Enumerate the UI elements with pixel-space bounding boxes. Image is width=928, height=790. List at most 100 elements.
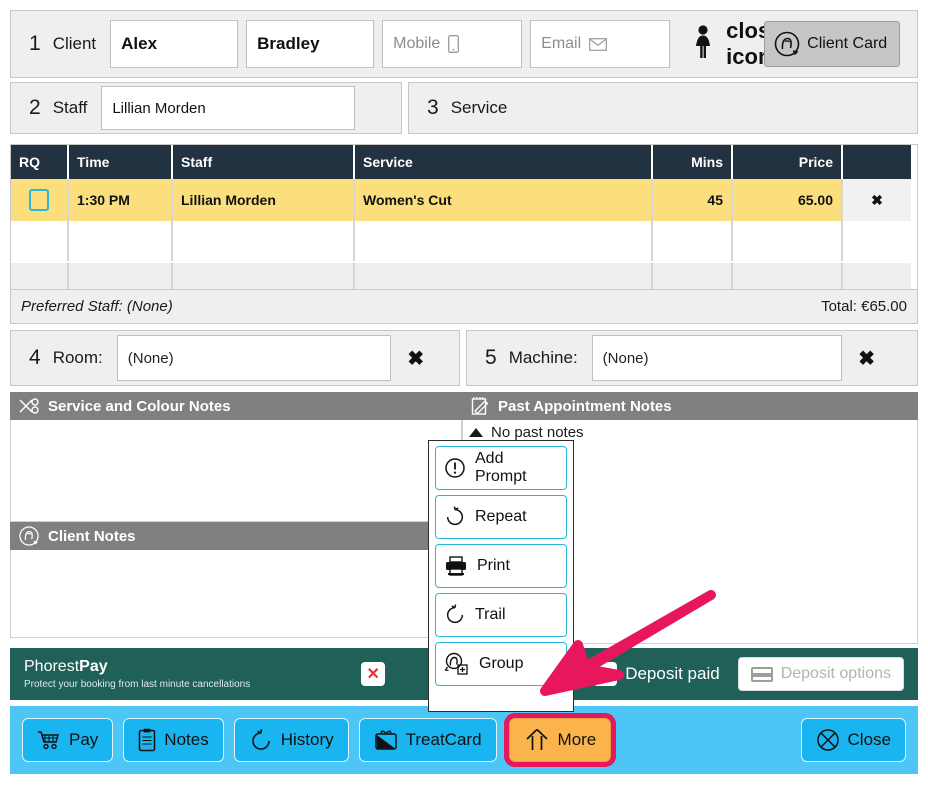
envelope-icon xyxy=(589,37,608,51)
room-section: 4 Room: (None) ✖ xyxy=(10,330,460,386)
circle-x-icon xyxy=(816,728,840,752)
collapse-triangle-up-icon[interactable] xyxy=(469,428,483,437)
clear-client-icon[interactable]: close-icon xyxy=(726,18,790,70)
service-colour-notes-body[interactable] xyxy=(10,420,462,522)
room-input[interactable]: (None) xyxy=(116,335,391,381)
notes-button[interactable]: Notes xyxy=(123,718,224,762)
add-person-icon xyxy=(444,652,470,676)
menu-item-add-prompt[interactable]: Add Prompt xyxy=(435,446,567,490)
notepad-pencil-icon xyxy=(470,396,490,416)
deposit-options-label: Deposit options xyxy=(780,665,891,682)
staff-step-number: 2 xyxy=(29,96,41,119)
credit-card-icon xyxy=(750,666,773,682)
table-header-row: RQ Time Staff Service Mins Price xyxy=(11,145,917,179)
more-menu-popup: Add Prompt Repeat Print Trail Group xyxy=(428,440,574,712)
client-mobile-input[interactable]: Mobile xyxy=(382,20,523,68)
rq-checkbox[interactable] xyxy=(29,189,49,211)
table-row-empty[interactable] xyxy=(11,221,917,263)
column-header-price: Price xyxy=(733,145,843,179)
preferred-staff: Preferred Staff: (None) xyxy=(21,298,173,315)
menu-item-add-prompt-label: Add Prompt xyxy=(475,450,527,485)
staff-input[interactable]: Lillian Morden xyxy=(101,86,356,130)
menu-item-print-label: Print xyxy=(477,557,510,574)
history-button[interactable]: History xyxy=(233,718,349,762)
client-card-label: Client Card xyxy=(807,35,888,52)
menu-item-trail[interactable]: Trail xyxy=(435,593,567,637)
treatcard-button-label: TreatCard xyxy=(405,730,482,749)
client-head-icon xyxy=(18,525,40,547)
room-machine-row: 4 Room: (None) ✖ 5 Machine: (None) ✖ xyxy=(10,330,918,386)
close-button[interactable]: Close xyxy=(800,718,906,762)
cart-icon xyxy=(37,730,61,750)
deposit-options-button[interactable]: Deposit options xyxy=(737,657,904,691)
phorestpay-tagline: Protect your booking from last minute ca… xyxy=(24,679,251,691)
column-header-staff: Staff xyxy=(173,145,355,179)
client-last-name-input[interactable]: Bradley xyxy=(246,20,375,68)
clipboard-icon xyxy=(138,728,156,752)
table-total: Total: €65.00 xyxy=(821,298,907,315)
client-card-button[interactable]: Client Card xyxy=(764,21,901,67)
phorestpay-status-x-icon: ✕ xyxy=(361,662,386,686)
table-filler xyxy=(11,263,917,291)
phorestpay-brand-bold: Pay xyxy=(79,657,108,675)
client-notes-header: Client Notes xyxy=(10,522,462,550)
deposit-paid-label: Deposit paid xyxy=(625,664,720,683)
client-notes-body[interactable] xyxy=(10,550,462,638)
close-button-label: Close xyxy=(847,730,891,749)
service-colour-notes-header: Service and Colour Notes xyxy=(10,392,462,420)
past-appointment-notes-header: Past Appointment Notes xyxy=(462,392,918,420)
pay-button-label: Pay xyxy=(69,730,99,749)
column-header-service: Service xyxy=(355,145,653,179)
row-rq-cell[interactable] xyxy=(11,179,69,221)
past-appointment-notes-title: Past Appointment Notes xyxy=(498,397,672,415)
past-notes-status-label: No past notes xyxy=(491,424,584,441)
bottom-action-bar: Pay Notes History TreatCard More Close xyxy=(10,706,918,774)
machine-input[interactable]: (None) xyxy=(591,335,842,381)
client-email-input[interactable]: Email xyxy=(530,20,671,68)
table-footer: Preferred Staff: (None) Total: €65.00 xyxy=(11,289,917,323)
client-mobile-placeholder: Mobile xyxy=(393,35,441,52)
exclamation-circle-icon xyxy=(444,457,466,479)
column-header-delete xyxy=(843,145,911,179)
menu-item-print[interactable]: Print xyxy=(435,544,567,588)
undo-arrow-icon xyxy=(249,728,273,752)
table-body: 1:30 PM Lillian Morden Women's Cut 45 65… xyxy=(11,179,917,291)
table-row[interactable]: 1:30 PM Lillian Morden Women's Cut 45 65… xyxy=(11,179,917,221)
menu-item-group[interactable]: Group xyxy=(435,642,567,686)
room-step-number: 4 xyxy=(29,346,41,369)
menu-item-repeat[interactable]: Repeat xyxy=(435,495,567,539)
gift-card-icon xyxy=(374,729,398,751)
redo-arrow-icon xyxy=(444,506,466,528)
pay-button[interactable]: Pay xyxy=(22,718,114,762)
female-icon[interactable] xyxy=(688,24,718,64)
row-time-cell: 1:30 PM xyxy=(69,179,173,221)
column-header-mins: Mins xyxy=(653,145,733,179)
machine-step-number: 5 xyxy=(485,346,497,369)
room-step-label: Room: xyxy=(52,348,103,367)
staff-service-row: 2 Staff Lillian Morden 3 Service xyxy=(10,82,918,134)
client-head-icon xyxy=(773,30,801,58)
column-header-rq: RQ xyxy=(11,145,69,179)
deposit-paid-x-icon: ✕ xyxy=(593,662,618,686)
more-button-label: More xyxy=(557,730,597,749)
more-button[interactable]: More xyxy=(503,713,617,767)
client-first-name-input[interactable]: Alex xyxy=(110,20,239,68)
machine-section: 5 Machine: (None) ✖ xyxy=(466,330,918,386)
row-service-cell: Women's Cut xyxy=(355,179,653,221)
services-table: RQ Time Staff Service Mins Price 1:30 PM… xyxy=(10,144,918,324)
menu-item-group-label: Group xyxy=(479,655,524,672)
service-colour-notes-title: Service and Colour Notes xyxy=(48,397,231,415)
appointment-dialog: 1 Client Alex Bradley Mobile Email close… xyxy=(0,0,928,790)
client-step-label: Client xyxy=(52,34,97,53)
row-staff-cell: Lillian Morden xyxy=(173,179,355,221)
clear-machine-icon[interactable]: ✖ xyxy=(852,346,882,371)
phorestpay-branding: PhorestPay Protect your booking from las… xyxy=(24,658,250,690)
clear-room-icon[interactable]: ✖ xyxy=(401,346,431,371)
preferred-staff-label: Preferred Staff: xyxy=(21,298,123,315)
double-up-arrow-icon xyxy=(524,728,550,752)
service-step-label: Service xyxy=(450,98,508,117)
treatcard-button[interactable]: TreatCard xyxy=(358,718,497,762)
row-delete-button[interactable]: ✖ xyxy=(843,179,911,221)
client-email-placeholder: Email xyxy=(541,35,582,52)
phorestpay-brand-light: Phorest xyxy=(24,657,80,675)
